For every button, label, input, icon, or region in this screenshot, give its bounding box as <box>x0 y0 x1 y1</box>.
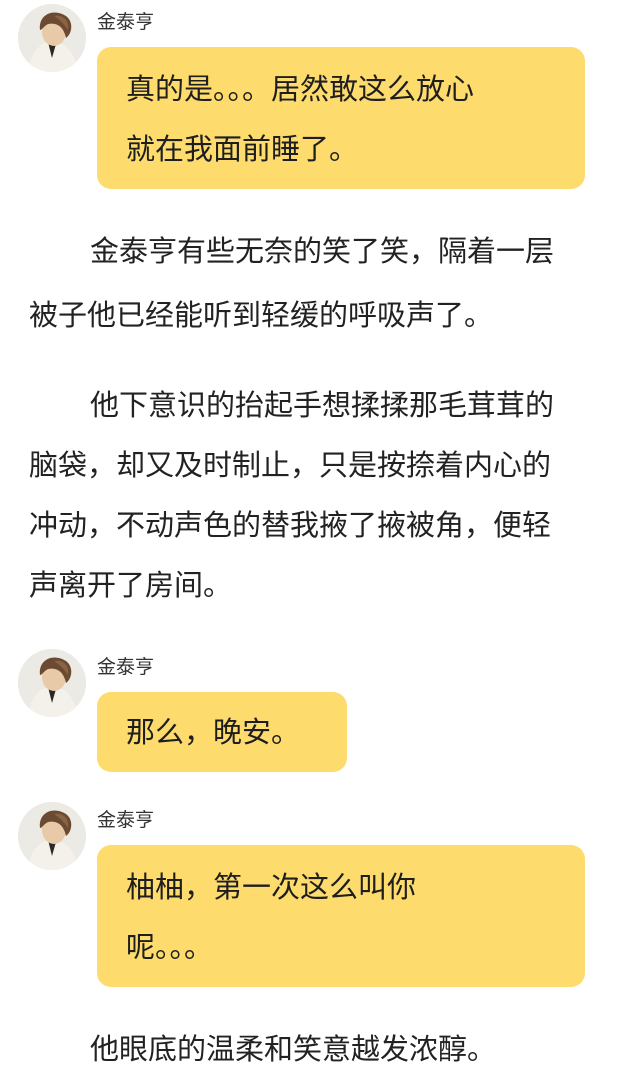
message-text-line: 那么，晚安。 <box>126 715 301 749</box>
narration-line: 他眼底的温柔和笑意越发浓醇。 <box>90 1032 497 1066</box>
narration-line: 冲动，不动声色的替我掖了掖被角，便轻 <box>29 508 552 542</box>
narration-paragraph: 他眼底的温柔和笑意越发浓醇。 <box>0 1020 640 1080</box>
chat-message: 金泰亨 那么，晚安。 <box>0 645 640 780</box>
sender-name: 金泰亨 <box>97 11 155 33</box>
narration-paragraph: 他下意识的抬起手想揉揉那毛茸茸的 脑袋，却又及时制止，只是按捺着内心的 冲动，不… <box>0 378 640 618</box>
message-text-line: 就在我面前睡了。 <box>126 132 359 166</box>
sender-name: 金泰亨 <box>97 809 155 831</box>
message-bubble[interactable]: 那么，晚安。 <box>97 692 347 772</box>
avatar[interactable] <box>18 802 86 870</box>
message-bubble[interactable]: 真的是。。。居然敢这么放心 就在我面前睡了。 <box>97 47 585 189</box>
narration-line: 声离开了房间。 <box>29 568 233 602</box>
sender-name: 金泰亨 <box>97 656 155 678</box>
person-avatar-icon <box>18 4 86 72</box>
chat-message: 金泰亨 真的是。。。居然敢这么放心 就在我面前睡了。 <box>0 0 640 200</box>
message-text-line: 真的是。。。居然敢这么放心 <box>126 72 475 106</box>
avatar[interactable] <box>18 649 86 717</box>
message-text-line: 柚柚，第一次这么叫你 <box>126 870 417 904</box>
message-bubble[interactable]: 柚柚，第一次这么叫你 呢。。。 <box>97 845 585 987</box>
narration-line: 他下意识的抬起手想揉揉那毛茸茸的 <box>90 388 555 422</box>
narration-line: 金泰亨有些无奈的笑了笑，隔着一层 <box>90 234 555 268</box>
narration-line: 脑袋，却又及时制止，只是按捺着内心的 <box>29 448 552 482</box>
narration-line: 被子他已经能听到轻缓的呼吸声了。 <box>29 298 494 332</box>
chat-message: 金泰亨 柚柚，第一次这么叫你 呢。。。 <box>0 798 640 998</box>
person-avatar-icon <box>18 649 86 717</box>
message-text-line: 呢。。。 <box>126 930 214 964</box>
person-avatar-icon <box>18 802 86 870</box>
avatar[interactable] <box>18 4 86 72</box>
narration-paragraph: 金泰亨有些无奈的笑了笑，隔着一层 被子他已经能听到轻缓的呼吸声了。 <box>0 224 640 344</box>
